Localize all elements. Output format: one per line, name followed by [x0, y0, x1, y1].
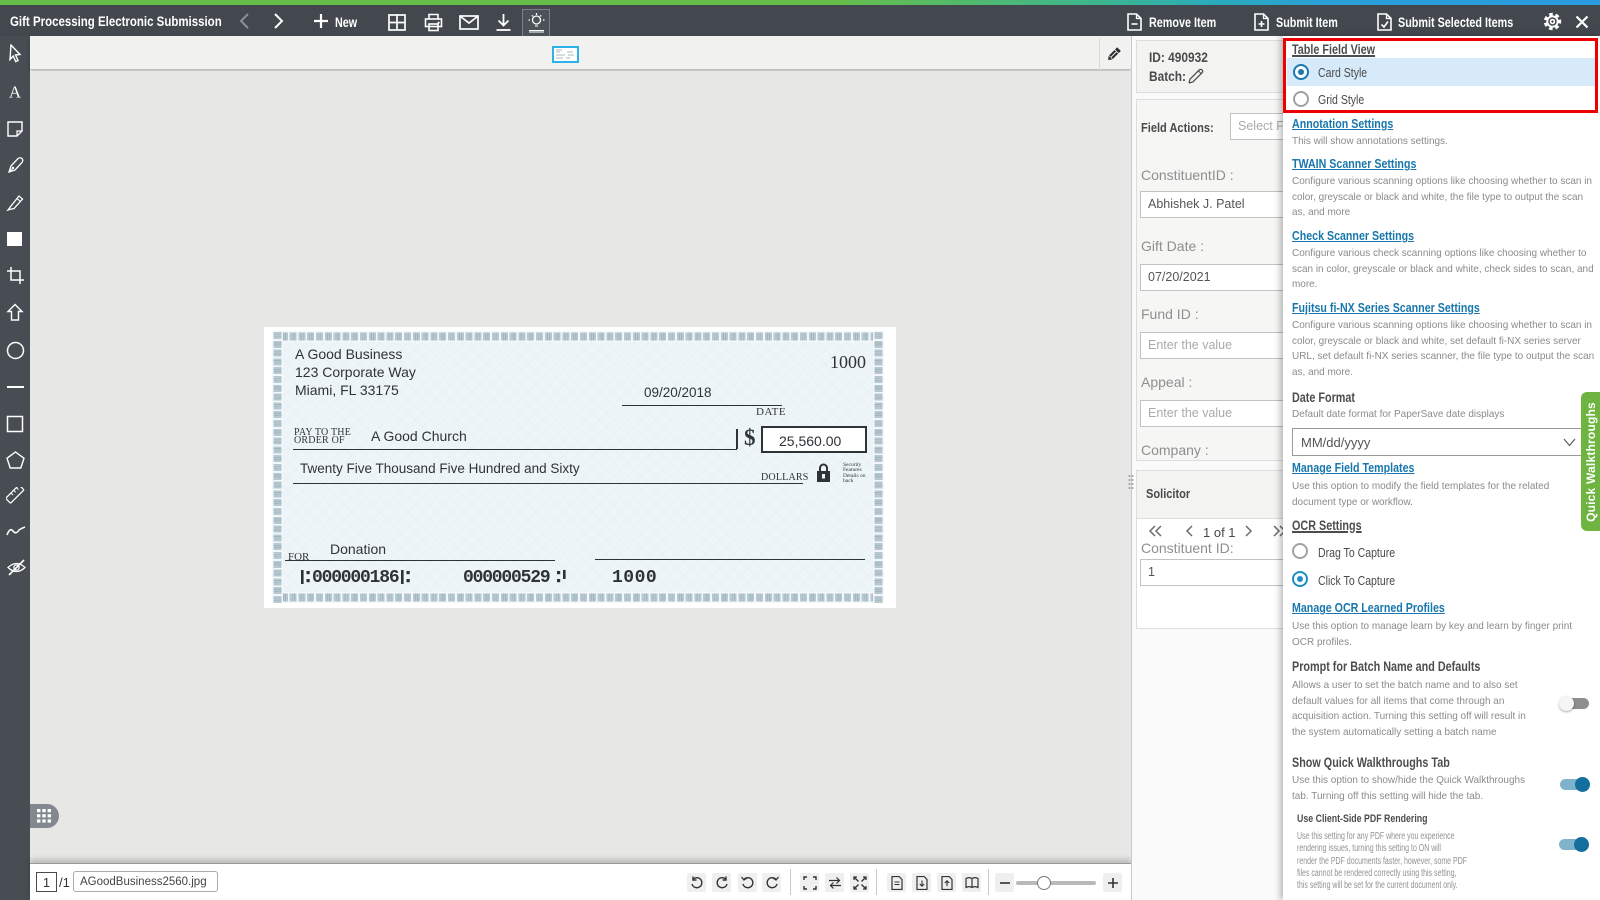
- svg-text:A: A: [9, 83, 22, 101]
